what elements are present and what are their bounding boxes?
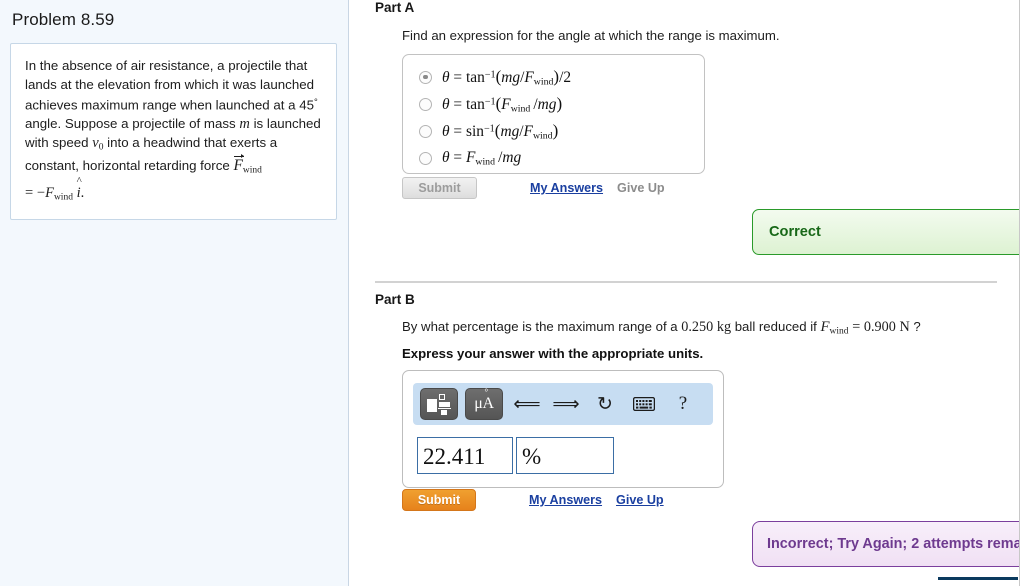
part-b-equals: = bbox=[852, 319, 861, 335]
q-ihat-symbol: i bbox=[77, 172, 82, 203]
micro-angstrom-icon: μA bbox=[474, 395, 494, 413]
part-b-my-answers-link[interactable]: My Answers bbox=[529, 493, 602, 507]
q-force-vector-symbol: F bbox=[233, 153, 245, 174]
q-line-6: with speed bbox=[25, 134, 89, 150]
part-b-action-row: Submit My Answers Give Up bbox=[402, 489, 664, 511]
template-icon bbox=[427, 394, 451, 415]
section-divider bbox=[375, 281, 997, 283]
q-line-1: In the absence of air resistance, a proj… bbox=[25, 58, 308, 73]
part-b-force-subscript: wind bbox=[829, 326, 849, 337]
part-b-feedback-text: Incorrect; Try Again; 2 attempts remaini… bbox=[767, 536, 1026, 552]
bottom-accent-bar bbox=[938, 577, 1018, 580]
undo-icon[interactable]: ⟸ bbox=[512, 389, 542, 419]
answer-toolbar: μA ⟸ ⟹ ↻ bbox=[413, 383, 713, 425]
part-a-prompt: Find an expression for the angle at whic… bbox=[402, 28, 780, 43]
radio-button-4[interactable] bbox=[419, 151, 432, 165]
part-b-mass-unit: kg bbox=[716, 319, 732, 335]
part-a-give-up-link[interactable]: Give Up bbox=[617, 181, 665, 195]
part-a-submit-button[interactable]: Submit bbox=[402, 177, 477, 199]
part-b-submit-button[interactable]: Submit bbox=[402, 489, 476, 511]
math-template-button[interactable] bbox=[420, 388, 458, 420]
choice-option-4[interactable]: θ = Fwind /mg bbox=[419, 146, 521, 170]
page-root: Problem 8.59 In the absence of air resis… bbox=[0, 0, 1026, 586]
part-b-mass-value: 0.250 bbox=[681, 319, 714, 335]
radio-button-3[interactable] bbox=[419, 124, 432, 138]
part-b-prompt-mid: ball reduced if bbox=[731, 319, 821, 334]
part-b-give-up-link[interactable]: Give Up bbox=[616, 493, 664, 507]
question-statement-box: In the absence of air resistance, a proj… bbox=[10, 43, 337, 220]
redo-icon[interactable]: ⟹ bbox=[551, 389, 581, 419]
part-a-my-answers-link[interactable]: My Answers bbox=[530, 181, 603, 195]
q-force-symbol-2: F bbox=[45, 184, 54, 201]
q-line-7: into a headwind that exerts a bbox=[107, 134, 278, 150]
choice-option-3[interactable]: θ = sin−1(mg/Fwind) bbox=[419, 119, 558, 143]
q-force-subscript: wind bbox=[242, 164, 262, 175]
choice-3-label: θ = sin−1(mg/Fwind) bbox=[442, 120, 559, 142]
q-line-8: constant, horizontal retarding force bbox=[25, 157, 230, 173]
part-b-prompt: By what percentage is the maximum range … bbox=[402, 319, 921, 336]
part-a-action-row: Submit My Answers Give Up bbox=[402, 177, 665, 199]
part-a-heading: Part A bbox=[375, 0, 415, 15]
right-answer-panel: Part A Find an expression for the angle … bbox=[350, 0, 1026, 586]
question-text: In the absence of air resistance, a proj… bbox=[25, 57, 322, 207]
part-b-force-value: 0.900 bbox=[863, 319, 896, 335]
q-degree: ° bbox=[314, 97, 318, 109]
q-mass-symbol: m bbox=[239, 116, 250, 133]
part-b-force-unit: N bbox=[899, 319, 910, 335]
units-button[interactable]: μA bbox=[465, 388, 503, 420]
q-last-line: = −Fwind i. bbox=[25, 172, 322, 207]
part-b-answer-widget: μA ⟸ ⟹ ↻ bbox=[402, 370, 724, 488]
choice-2-label: θ = tan−1(Fwind /mg) bbox=[442, 93, 563, 115]
right-edge-strip bbox=[1020, 0, 1026, 586]
radio-button-2[interactable] bbox=[419, 97, 432, 111]
q-line-3: achieves maximum range when launched at … bbox=[25, 97, 315, 113]
part-a-feedback-correct: Correct bbox=[752, 209, 1026, 255]
q-speed-subscript: 0 bbox=[98, 142, 104, 153]
help-icon[interactable]: ? bbox=[668, 389, 698, 419]
choice-4-label: θ = Fwind /mg bbox=[442, 148, 522, 168]
radio-button-1[interactable] bbox=[419, 70, 432, 84]
q-line-4: angle. Suppose a projectile of mass bbox=[25, 116, 236, 132]
part-b-force-symbol: F bbox=[820, 319, 830, 335]
page-title: Problem 8.59 bbox=[12, 10, 115, 29]
part-a-choices-group: θ = tan−1(mg/Fwind)/2 θ = tan−1(Fwind /m… bbox=[402, 54, 705, 174]
choice-option-2[interactable]: θ = tan−1(Fwind /mg) bbox=[419, 92, 562, 116]
choice-option-1[interactable]: θ = tan−1(mg/Fwind)/2 bbox=[419, 65, 571, 89]
q-equals: = bbox=[25, 184, 34, 201]
answer-value-input[interactable]: 22.411 bbox=[417, 437, 513, 474]
q-line-2: lands at the elevation from which it was… bbox=[25, 76, 314, 92]
left-problem-panel: Problem 8.59 In the absence of air resis… bbox=[0, 0, 349, 586]
keyboard-glyph bbox=[633, 397, 655, 411]
part-b-prompt-pre: By what percentage is the maximum range … bbox=[402, 319, 682, 334]
part-b-heading: Part B bbox=[375, 292, 415, 307]
choice-1-label: θ = tan−1(mg/Fwind)/2 bbox=[442, 66, 572, 88]
answer-unit-input[interactable]: % bbox=[516, 437, 614, 474]
part-b-question-mark: ? bbox=[913, 319, 921, 334]
keyboard-icon[interactable] bbox=[629, 389, 659, 419]
reset-icon[interactable]: ↻ bbox=[590, 389, 620, 419]
q-force-subscript-2: wind bbox=[53, 191, 73, 202]
part-b-units-note: Express your answer with the appropriate… bbox=[402, 346, 704, 361]
q-minus: − bbox=[36, 184, 46, 201]
q-line-5: is launched bbox=[253, 116, 321, 132]
part-a-feedback-text: Correct bbox=[769, 224, 821, 240]
part-b-feedback-incorrect: Incorrect; Try Again; 2 attempts remaini… bbox=[752, 521, 1026, 567]
